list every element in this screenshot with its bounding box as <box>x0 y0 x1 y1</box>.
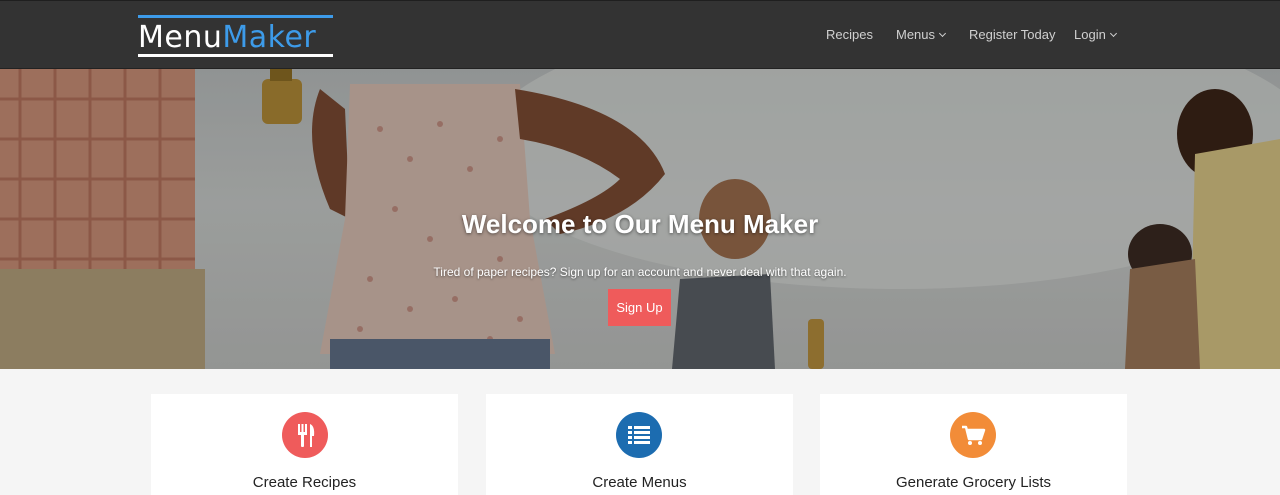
chevron-down-icon <box>1109 29 1117 38</box>
logo-word-menu: Menu <box>138 20 223 55</box>
hero-subtitle: Tired of paper recipes? Sign up for an a… <box>433 265 847 279</box>
hero-section: Welcome to Our Menu Maker Tired of paper… <box>0 69 1280 369</box>
hero-title: Welcome to Our Menu Maker <box>461 209 819 239</box>
top-navbar: MenuMaker Recipes Menus Register Today L… <box>0 0 1280 69</box>
list-icon <box>616 412 662 458</box>
feature-card-grocery-lists[interactable]: Generate Grocery Lists <box>820 394 1127 495</box>
shopping-cart-icon <box>950 412 996 458</box>
feature-title-grocery-lists: Generate Grocery Lists <box>895 474 1052 491</box>
feature-title-create-menus: Create Menus <box>592 474 687 491</box>
nav-recipes-link[interactable]: Recipes <box>826 27 873 42</box>
chevron-down-icon <box>938 29 947 38</box>
feature-title-create-recipes: Create Recipes <box>252 474 357 491</box>
nav-register-link[interactable]: Register Today <box>969 27 1055 42</box>
nav-menus-label: Menus <box>896 27 936 42</box>
nav-login-dropdown[interactable]: Login <box>1074 27 1117 42</box>
logo-text: MenuMaker <box>138 21 316 55</box>
menumaker-logo[interactable]: MenuMaker <box>138 15 333 57</box>
feature-card-create-menus[interactable]: Create Menus <box>486 394 793 495</box>
feature-card-create-recipes[interactable]: Create Recipes <box>151 394 458 495</box>
nav-menus-dropdown[interactable]: Menus <box>896 27 947 42</box>
nav-login-label: Login <box>1074 27 1106 42</box>
sign-up-button[interactable]: Sign Up <box>608 289 671 326</box>
logo-word-maker: Maker <box>222 20 317 55</box>
fork-knife-icon <box>282 412 328 458</box>
